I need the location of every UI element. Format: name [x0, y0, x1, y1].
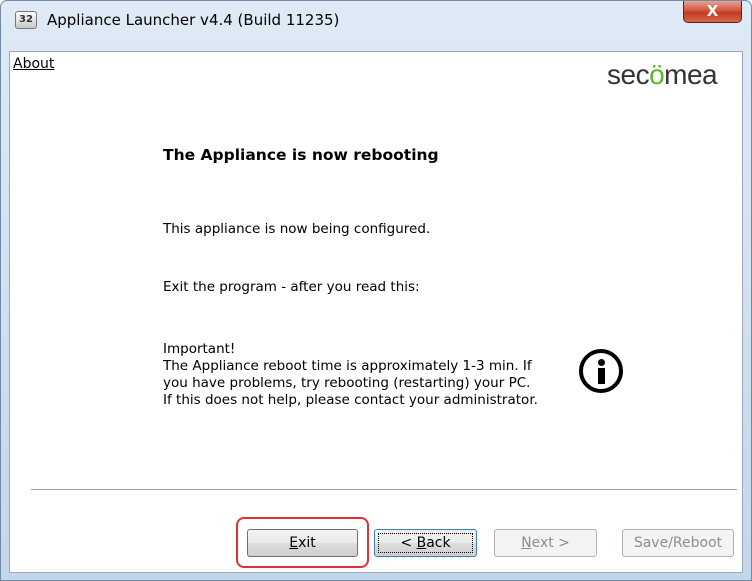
important-line-1: Important!: [163, 341, 236, 357]
focus-rect: [378, 533, 473, 553]
info-icon-bar: [598, 368, 605, 384]
close-button[interactable]: X: [683, 1, 742, 23]
info-icon-dot: [598, 359, 605, 366]
app-icon: 32: [15, 11, 37, 29]
title-bar[interactable]: 32 Appliance Launcher v4.4 (Build 11235)…: [1, 1, 751, 41]
button-separator: [31, 489, 737, 491]
back-button[interactable]: < Back: [374, 529, 477, 557]
page-heading: The Appliance is now rebooting: [163, 146, 439, 164]
logo-accent: ö: [649, 59, 665, 90]
app-window: 32 Appliance Launcher v4.4 (Build 11235)…: [0, 0, 752, 581]
important-notice: Important! The Appliance reboot time is …: [163, 341, 538, 409]
client-area: [9, 51, 743, 573]
next-label-rest: ext >: [531, 535, 570, 551]
exit-instruction: Exit the program - after you read this:: [163, 279, 420, 295]
about-menu-link[interactable]: About: [13, 56, 54, 72]
important-line-2: The Appliance reboot time is approximate…: [163, 358, 532, 374]
next-mnemonic: N: [521, 535, 532, 551]
highlight-box: [236, 517, 369, 568]
config-message: This appliance is now being configured.: [163, 221, 431, 237]
window-title: Appliance Launcher v4.4 (Build 11235): [47, 11, 340, 29]
important-line-3: you have problems, try rebooting (restar…: [163, 375, 531, 391]
logo-text-2: mea: [664, 59, 718, 90]
save-reboot-button[interactable]: Save/Reboot: [622, 529, 734, 557]
next-button[interactable]: Next >: [494, 529, 597, 557]
logo-text-1: sec: [607, 59, 650, 90]
secomea-logo: secömea: [607, 59, 718, 91]
important-line-4: If this does not help, please contact yo…: [163, 392, 538, 408]
info-icon: [579, 349, 623, 393]
